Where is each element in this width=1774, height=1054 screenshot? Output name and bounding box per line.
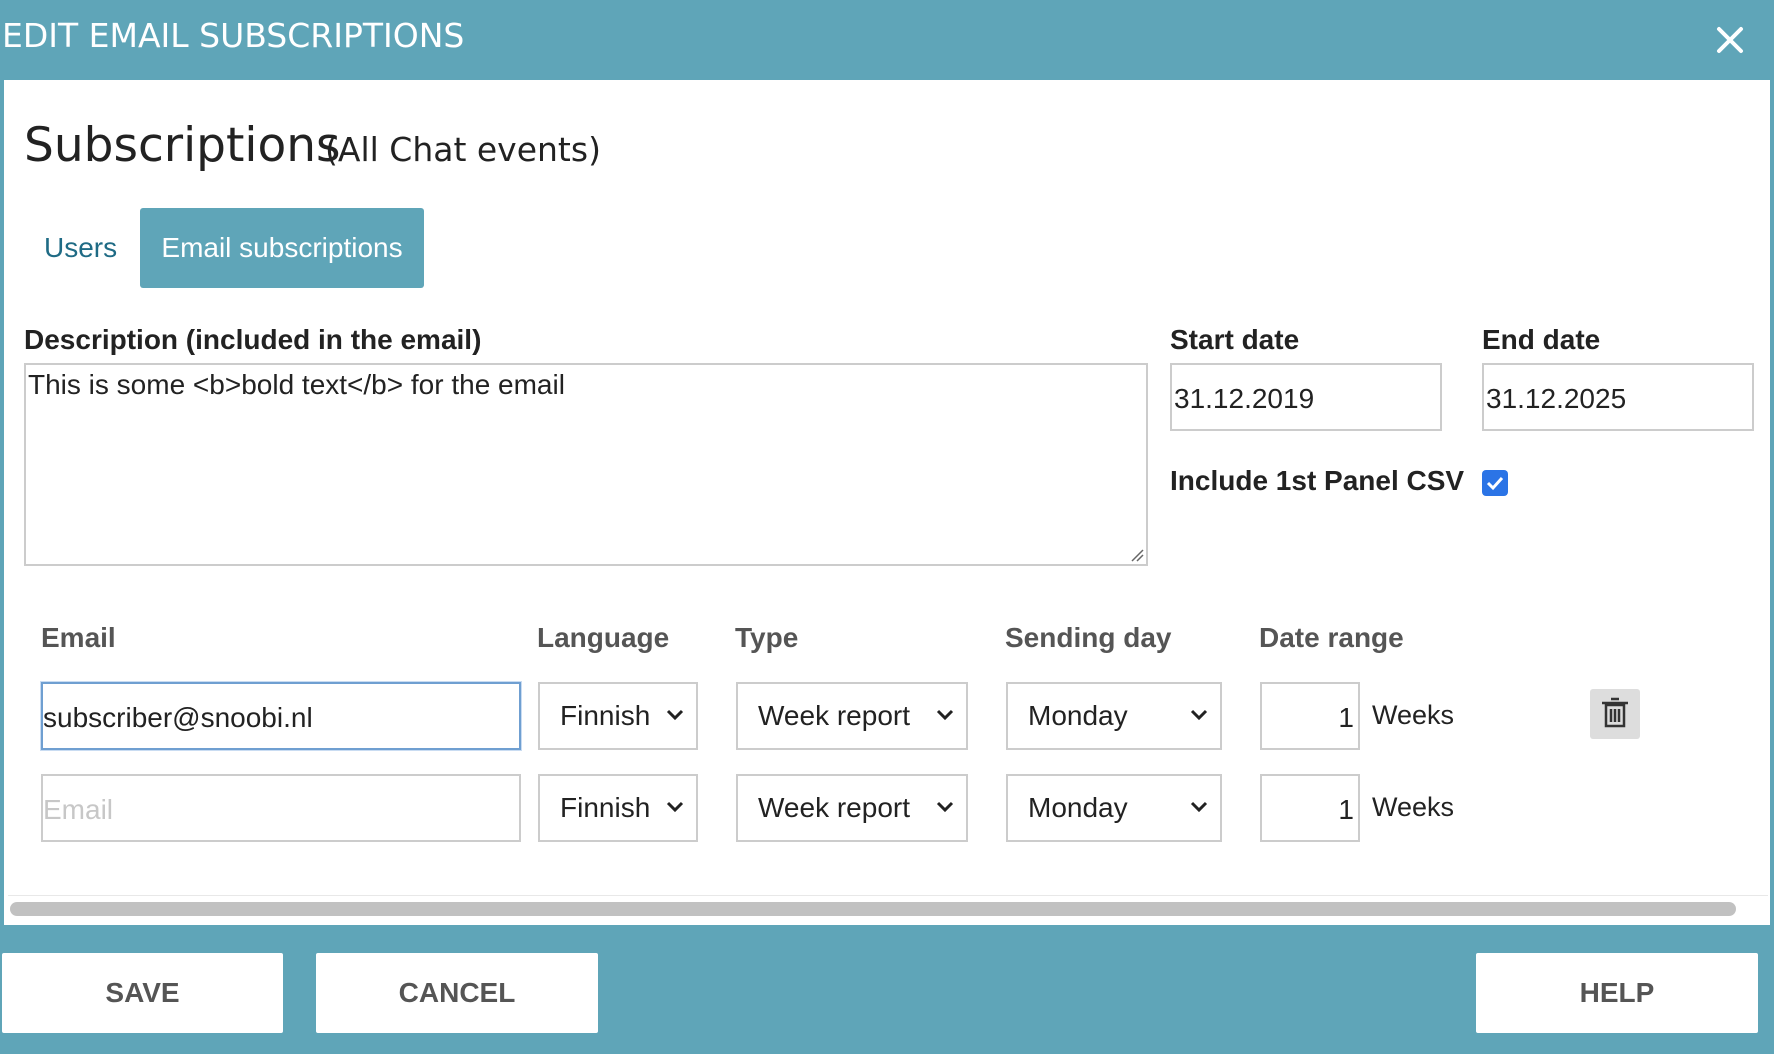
- date-range-unit: Weeks: [1372, 792, 1455, 822]
- chevron-down-icon: [936, 801, 954, 813]
- end-date-label: End date: [1482, 324, 1601, 355]
- resize-handle-icon[interactable]: [1130, 548, 1144, 562]
- trash-icon[interactable]: [1590, 689, 1640, 739]
- include-csv-label: Include 1st Panel CSV: [1170, 465, 1465, 496]
- start-date-label: Start date: [1170, 324, 1300, 355]
- date-range-unit: Weeks: [1372, 700, 1455, 730]
- language-select-value: Finnish: [560, 700, 651, 731]
- email-field[interactable]: subscriber@snoobi.nl: [41, 682, 521, 750]
- description-label: Description (included in the email): [24, 324, 482, 355]
- date-range-input[interactable]: 1: [1260, 774, 1360, 842]
- type-select[interactable]: Week report: [736, 682, 968, 750]
- sending-day-select-value: Monday: [1028, 792, 1128, 823]
- dialog-title: EDIT EMAIL SUBSCRIPTIONS: [2, 16, 465, 55]
- sending-day-select-value: Monday: [1028, 700, 1128, 731]
- horizontal-scrollbar[interactable]: [10, 902, 1736, 916]
- column-header-email: Email: [41, 622, 116, 653]
- chevron-down-icon: [936, 709, 954, 721]
- date-range-input[interactable]: 1: [1260, 682, 1360, 750]
- email-field[interactable]: Email: [41, 774, 521, 842]
- help-button[interactable]: HELP: [1476, 953, 1758, 1033]
- page-title: Subscriptions: [24, 118, 341, 173]
- column-header-language: Language: [537, 622, 670, 653]
- include-csv-checkbox[interactable]: [1482, 470, 1508, 496]
- sending-day-select[interactable]: Monday: [1006, 774, 1222, 842]
- chevron-down-icon: [1190, 709, 1208, 721]
- email-placeholder: Email: [43, 794, 114, 825]
- column-header-sending-day: Sending day: [1005, 622, 1172, 653]
- start-date-input[interactable]: 31.12.2019: [1170, 363, 1442, 431]
- chevron-down-icon: [666, 801, 684, 813]
- page-subtitle: (All Chat events): [325, 130, 601, 169]
- end-date-input[interactable]: 31.12.2025: [1482, 363, 1754, 431]
- type-select-value: Week report: [758, 700, 910, 731]
- dialog-body: Subscriptions (All Chat events) Users Em…: [4, 80, 1770, 925]
- language-select-value: Finnish: [560, 792, 651, 823]
- type-select[interactable]: Week report: [736, 774, 968, 842]
- description-textarea[interactable]: This is some <b>bold text</b> for the em…: [24, 363, 1148, 566]
- chevron-down-icon: [1190, 801, 1208, 813]
- language-select[interactable]: Finnish: [538, 774, 698, 842]
- dialog-titlebar: EDIT EMAIL SUBSCRIPTIONS: [0, 0, 1774, 80]
- tab-users[interactable]: Users: [44, 208, 117, 288]
- sending-day-select[interactable]: Monday: [1006, 682, 1222, 750]
- type-select-value: Week report: [758, 792, 910, 823]
- tab-email-subscriptions[interactable]: Email subscriptions: [140, 208, 424, 288]
- language-select[interactable]: Finnish: [538, 682, 698, 750]
- scroll-divider: [8, 895, 1768, 896]
- column-header-date-range: Date range: [1259, 622, 1404, 653]
- cancel-button[interactable]: CANCEL: [316, 953, 598, 1033]
- save-button[interactable]: SAVE: [2, 953, 283, 1033]
- column-header-type: Type: [735, 622, 799, 653]
- close-icon[interactable]: [1712, 22, 1748, 58]
- chevron-down-icon: [666, 709, 684, 721]
